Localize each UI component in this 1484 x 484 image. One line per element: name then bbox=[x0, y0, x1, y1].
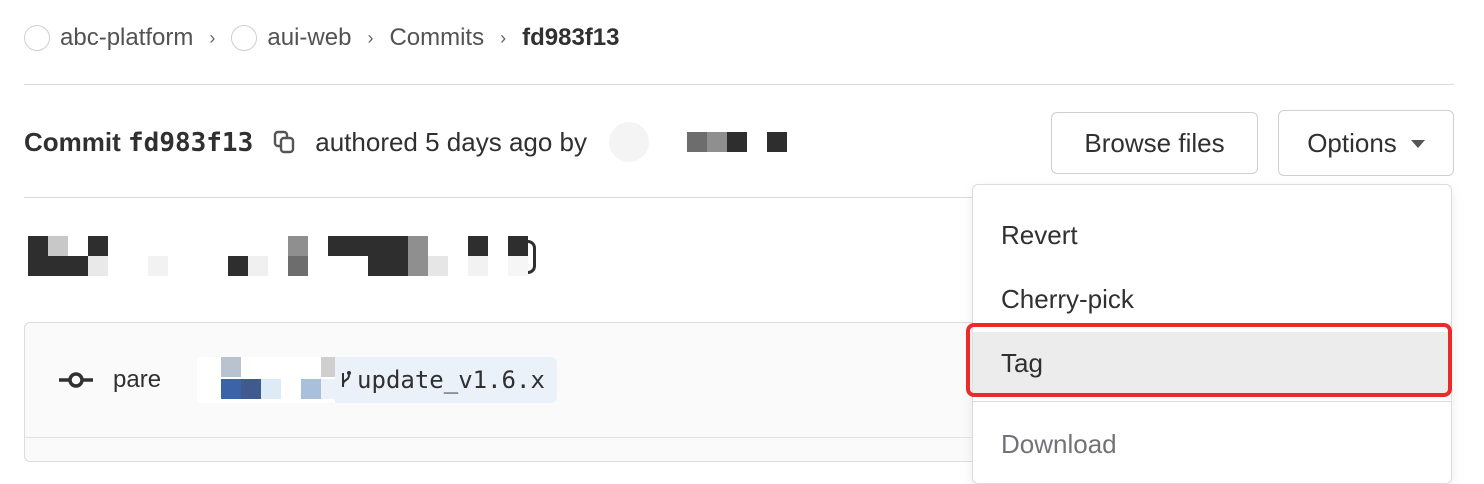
breadcrumb-item-label[interactable]: aui-web bbox=[267, 24, 351, 52]
menu-item-revert[interactable]: Revert bbox=[973, 204, 1451, 266]
branch-redacted bbox=[197, 357, 336, 403]
commit-header: Commit fd983f13 authored 5 days ago by bbox=[24, 118, 788, 166]
authored-text: authored 5 days ago by bbox=[315, 126, 588, 157]
options-button[interactable]: Options bbox=[1278, 110, 1454, 176]
project-avatar-icon bbox=[231, 25, 258, 51]
breadcrumb-separator-icon: › bbox=[209, 27, 216, 48]
commit-info-panel: pare update_v1.6.x bbox=[24, 322, 984, 462]
breadcrumb-item-group[interactable]: abc-platform bbox=[24, 24, 193, 52]
browse-files-button[interactable]: Browse files bbox=[1051, 112, 1258, 174]
menu-divider bbox=[973, 401, 1451, 402]
menu-item-label: Revert bbox=[1001, 219, 1078, 250]
breadcrumb-item-label[interactable]: abc-platform bbox=[60, 24, 193, 52]
breadcrumb-separator-icon: › bbox=[367, 27, 374, 48]
parent-row: pare update_v1.6.x bbox=[59, 357, 557, 403]
commit-title-prefix: Commit bbox=[24, 126, 121, 157]
browse-files-label: Browse files bbox=[1084, 127, 1225, 158]
divider bbox=[24, 197, 972, 198]
menu-item-label: Download bbox=[1001, 428, 1117, 459]
commit-title: Commit fd983f13 bbox=[24, 127, 253, 158]
parent-label: pare bbox=[113, 366, 162, 393]
divider bbox=[24, 84, 1454, 85]
chevron-down-icon bbox=[1410, 140, 1425, 148]
breadcrumb-item-current: fd983f13 bbox=[522, 24, 619, 52]
branch-pill[interactable]: update_v1.6.x bbox=[197, 357, 557, 403]
author-avatar[interactable] bbox=[609, 122, 650, 162]
menu-item-download[interactable]: Download bbox=[973, 413, 1451, 475]
branch-icon bbox=[342, 371, 352, 387]
author-name[interactable] bbox=[687, 132, 788, 152]
menu-item-label: Tag bbox=[1001, 347, 1043, 378]
commit-icon bbox=[59, 372, 93, 388]
breadcrumb-item-project[interactable]: aui-web bbox=[231, 24, 351, 52]
divider bbox=[25, 437, 983, 438]
breadcrumb-item-label: fd983f13 bbox=[522, 24, 620, 51]
options-dropdown-menu: Revert Cherry-pick Tag Download bbox=[972, 184, 1452, 484]
copy-icon[interactable] bbox=[271, 129, 297, 155]
breadcrumb: abc-platform › aui-web › Commits › fd983… bbox=[24, 18, 620, 58]
commit-sha: fd983f13 bbox=[128, 127, 254, 158]
commit-message-title-redacted bbox=[28, 236, 548, 284]
menu-item-cherry-pick[interactable]: Cherry-pick bbox=[973, 268, 1451, 330]
branch-name[interactable]: update_v1.6.x bbox=[357, 366, 545, 394]
options-label: Options bbox=[1307, 127, 1397, 158]
menu-item-tag[interactable]: Tag bbox=[973, 332, 1451, 394]
breadcrumb-item-commits[interactable]: Commits bbox=[389, 24, 484, 52]
breadcrumb-item-label[interactable]: Commits bbox=[389, 24, 484, 52]
breadcrumb-separator-icon: › bbox=[500, 27, 507, 48]
menu-item-label: Cherry-pick bbox=[1001, 283, 1134, 314]
group-avatar-icon bbox=[24, 25, 50, 51]
